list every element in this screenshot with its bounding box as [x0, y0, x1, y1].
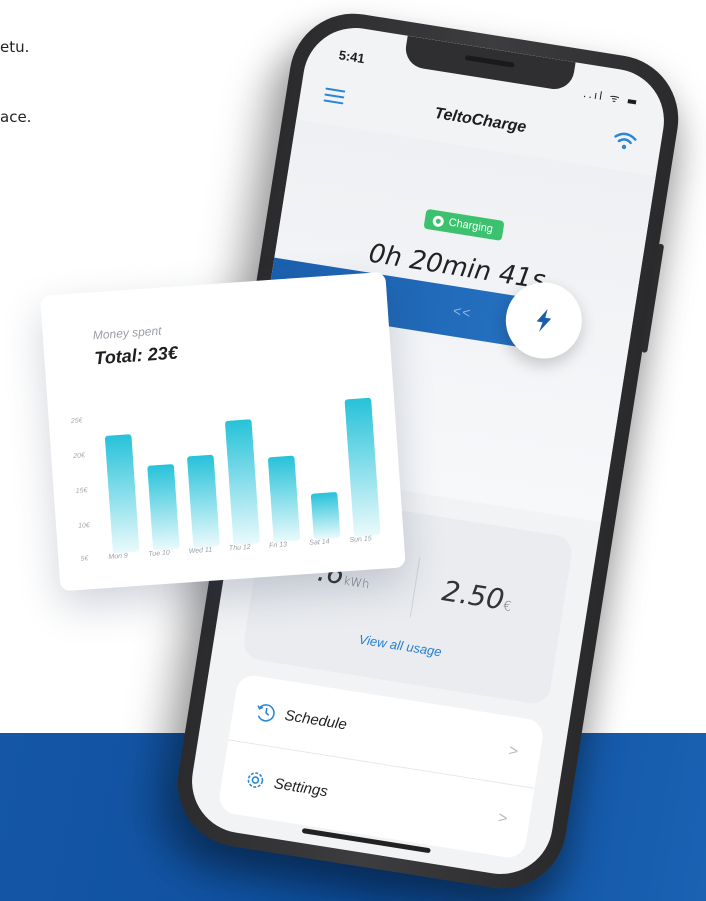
price-number: 2.50 [439, 574, 507, 617]
phone-notch [403, 35, 576, 92]
x-tick-label: Mon 9 [108, 552, 129, 561]
chart-bar [344, 397, 381, 537]
chart-bar [104, 434, 140, 554]
energy-unit: kWh [342, 573, 371, 592]
menu-item-label: Schedule [283, 706, 349, 734]
charging-dot-icon [432, 214, 445, 228]
status-time: 5:41 [337, 47, 366, 67]
x-tick-label: Fri 13 [268, 541, 288, 550]
chart-bar [225, 419, 260, 545]
phone-side-button [641, 243, 665, 354]
x-tick-label: Tue 10 [148, 549, 171, 559]
chart-bar [310, 492, 341, 540]
wifi-icon[interactable] [612, 129, 639, 153]
charging-status-badge: Charging [423, 208, 505, 241]
price-value: 2.50€ [440, 574, 515, 618]
charging-badge-label: Charging [447, 216, 494, 236]
view-all-usage-link[interactable]: View all usage [246, 614, 555, 677]
chart-bar [268, 455, 301, 543]
menu-item-label: Settings [272, 774, 330, 800]
background-text-line-2: ace. [0, 108, 32, 126]
clock-icon [257, 703, 275, 722]
chevron-right-icon: > [496, 809, 509, 828]
money-spent-card: Money spent Total: 23€ 25€ 20€ 15€ 10€ 5… [40, 271, 406, 592]
price-unit: € [501, 598, 513, 615]
speaker-grille [464, 54, 515, 68]
background-text-line-1: etu. [0, 38, 30, 56]
x-tick-label: Sat 14 [309, 538, 330, 547]
lightning-bolt-icon [536, 308, 552, 332]
chart-bar [147, 464, 180, 551]
chevron-right-icon: > [507, 741, 520, 761]
status-icons: ..ıl ᯤ ▬ [582, 86, 641, 109]
usage-divider [409, 557, 421, 618]
menu-card: Schedule > Settings > [217, 673, 546, 860]
chart-bar [187, 454, 220, 548]
swipe-arrows-icon: << [452, 302, 473, 322]
gear-icon [247, 772, 264, 788]
